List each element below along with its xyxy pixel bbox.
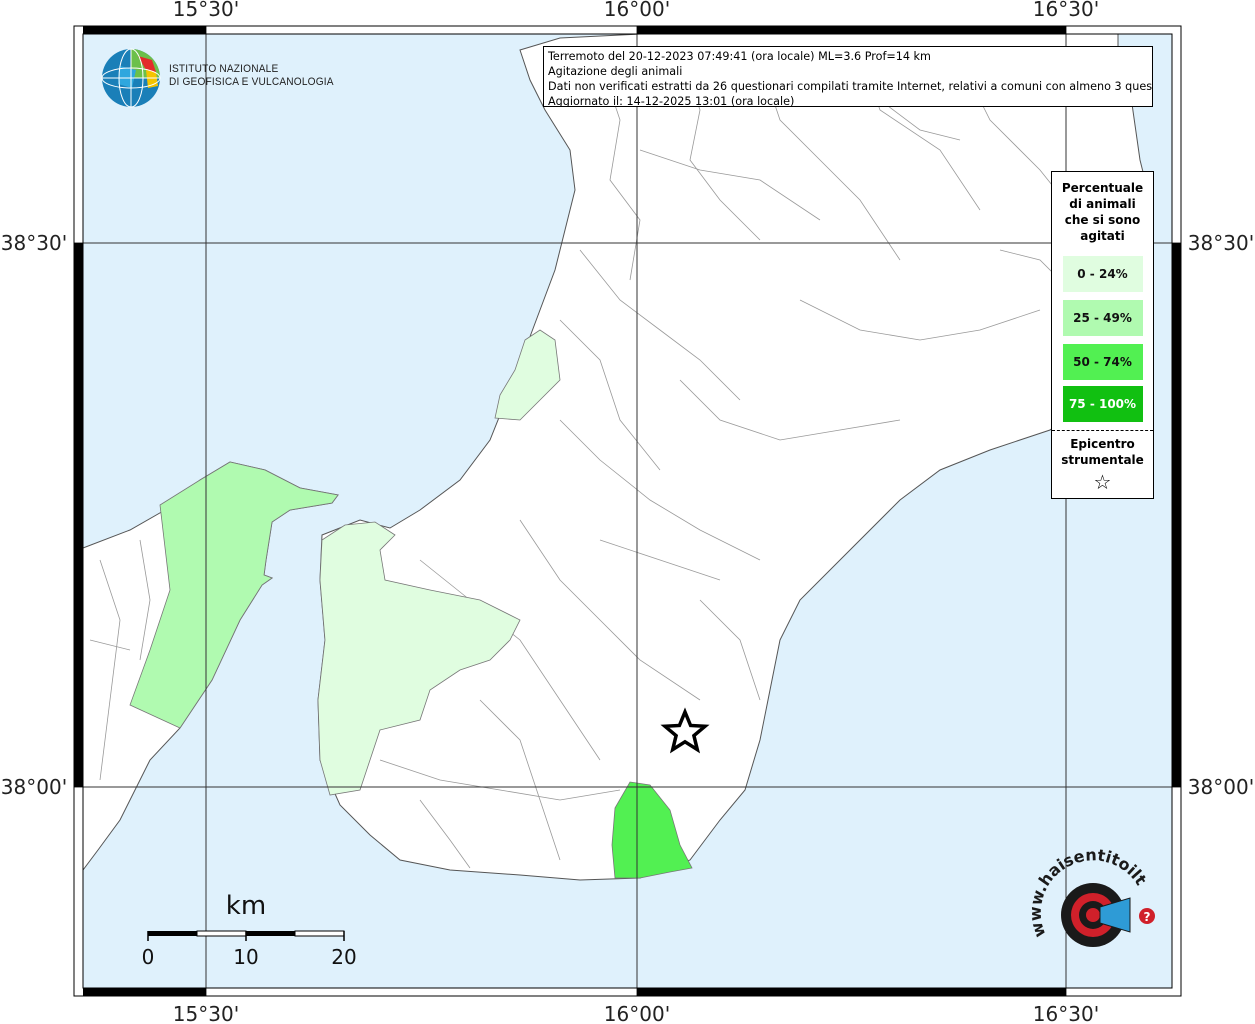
lon-label-top-1600: 16°00' — [604, 0, 670, 21]
ingv-logo-icon — [101, 48, 161, 108]
event-subtitle: Agitazione degli animali — [548, 65, 683, 78]
event-info-box: Terremoto del 20-12-2023 07:49:41 (ora l… — [543, 46, 1153, 107]
legend-title: Percentuale di animali che si sono agita… — [1052, 180, 1153, 244]
lat-label-right-3830: 38°30' — [1188, 231, 1254, 255]
lon-label-bottom-1600: 16°00' — [604, 1002, 670, 1024]
event-updated: Aggiornato il: 14-12-2025 13:01 (ora loc… — [548, 95, 795, 107]
legend-class-25-49: 25 - 49% — [1062, 300, 1143, 336]
lon-label-top-1530: 15°30' — [173, 0, 239, 21]
legend-star-icon: ☆ — [1093, 470, 1112, 494]
event-data-note: Dati non verificati estratti da 26 quest… — [548, 80, 1153, 93]
lat-label-left-3830: 38°30' — [1, 231, 67, 255]
scale-unit: km — [226, 891, 266, 921]
lon-label-bottom-1630: 16°30' — [1033, 1002, 1099, 1024]
legend-epicenter-line1: Epicentro — [1070, 437, 1135, 451]
event-title: Terremoto del 20-12-2023 07:49:41 (ora l… — [548, 50, 931, 63]
lon-label-bottom-1530: 15°30' — [173, 1002, 239, 1024]
legend-divider — [1052, 430, 1153, 431]
legend: Percentuale di animali che si sono agita… — [1051, 171, 1154, 499]
legend-title-line2: di animali — [1069, 197, 1136, 211]
legend-epicenter-line2: strumentale — [1061, 453, 1144, 467]
legend-title-line4: agitati — [1080, 229, 1125, 243]
legend-title-line1: Percentuale — [1061, 181, 1144, 195]
hsit-question: ? — [1144, 910, 1151, 924]
legend-class-0-24: 0 - 24% — [1062, 256, 1143, 292]
lat-label-left-3800: 38°00' — [1, 775, 67, 799]
ingv-line2: DI GEOFISICA E VULCANOLOGIA — [169, 76, 334, 88]
legend-title-line3: che si sono — [1064, 213, 1141, 227]
ingv-logo-text: ISTITUTO NAZIONALE DI GEOFISICA E VULCAN… — [169, 63, 334, 89]
map-canvas: 15°30' 16°00' 16°30' 15°30' 16°00' 16°30… — [0, 0, 1254, 1024]
scale-tick-0: 0 — [142, 945, 155, 969]
scale-tick-20: 20 — [331, 945, 356, 969]
ingv-line1: ISTITUTO NAZIONALE — [169, 63, 279, 75]
scale-tick-10: 10 — [233, 945, 258, 969]
lon-label-top-1630: 16°30' — [1033, 0, 1099, 21]
lat-label-right-3800: 38°00' — [1188, 775, 1254, 799]
legend-class-75-100: 75 - 100% — [1062, 386, 1143, 422]
legend-epicenter-label: Epicentro strumentale — [1052, 436, 1153, 468]
legend-class-50-74: 50 - 74% — [1062, 344, 1143, 380]
